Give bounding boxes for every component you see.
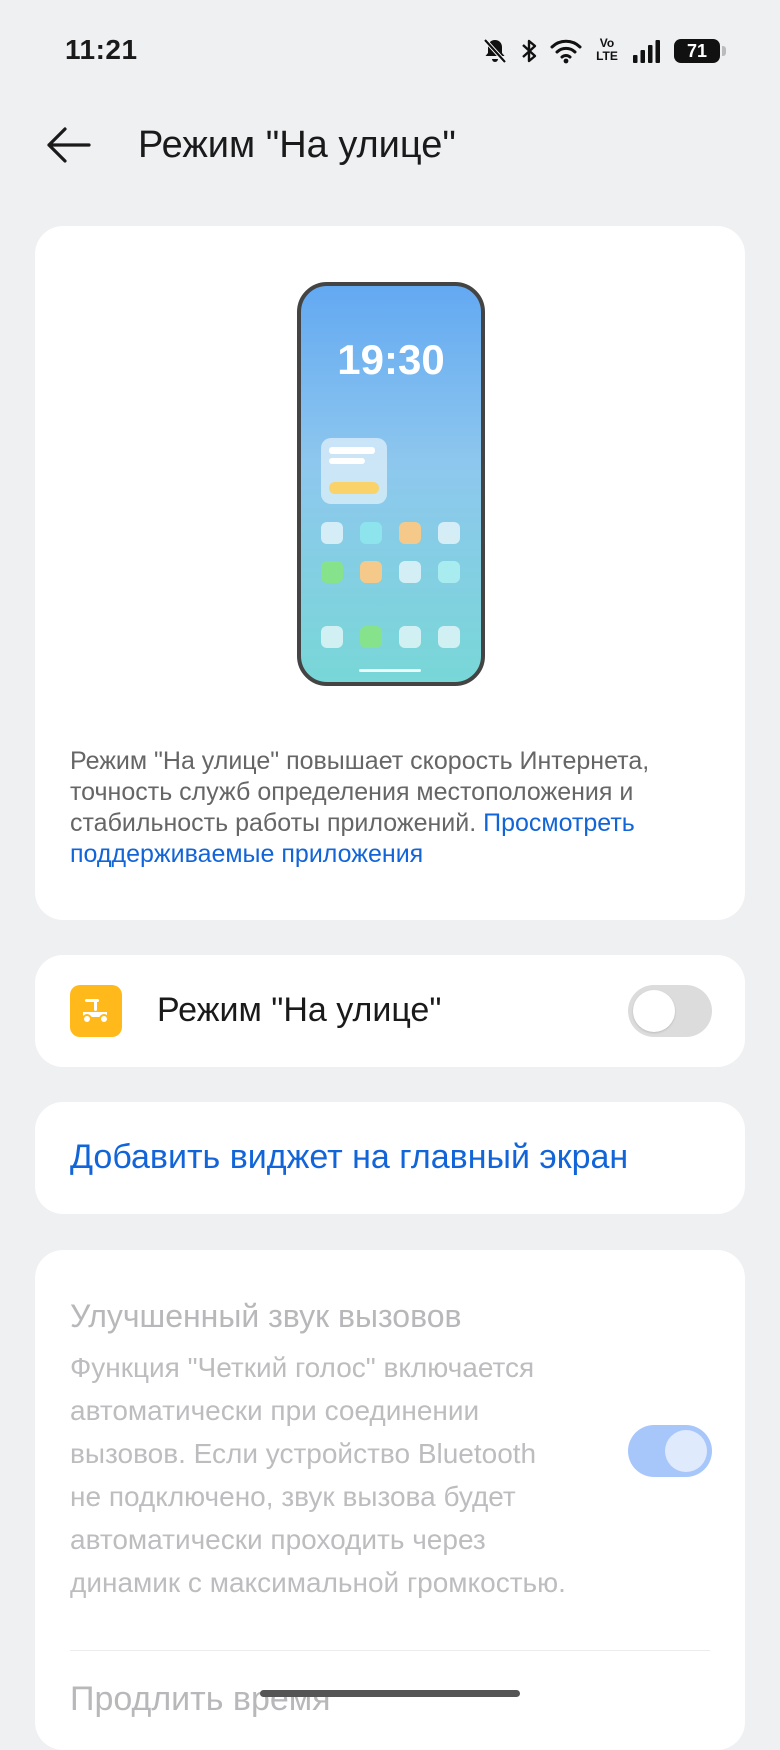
mode-toggle-switch[interactable] <box>628 985 712 1037</box>
illustration-app <box>399 561 421 583</box>
illustration-dock-app <box>438 626 460 648</box>
mode-toggle-card[interactable]: Режим "На улице" <box>35 955 745 1067</box>
illustration-app <box>438 522 460 544</box>
illustration-dock-app <box>399 626 421 648</box>
status-bar: 11:21 Vo LTE 71 <box>0 0 780 100</box>
back-button[interactable] <box>40 122 96 168</box>
illustration-app <box>438 561 460 583</box>
wifi-icon <box>550 39 582 64</box>
gesture-navigation-bar[interactable] <box>260 1690 520 1697</box>
signal-icon <box>633 40 660 63</box>
arrow-left-icon <box>47 127 91 163</box>
status-time: 11:21 <box>65 34 138 65</box>
illustration-dock-app <box>321 626 343 648</box>
illustration-app <box>321 561 343 583</box>
divider <box>70 1650 710 1651</box>
illustration-app <box>321 522 343 544</box>
status-icons: Vo LTE 71 <box>482 34 726 68</box>
bell-off-icon <box>483 38 507 64</box>
switch-knob <box>665 1430 707 1472</box>
switch-knob <box>633 990 675 1032</box>
call-sound-switch[interactable] <box>628 1425 712 1477</box>
illustration-home-bar <box>359 669 421 672</box>
illustration-app <box>360 561 382 583</box>
battery-level: 71 <box>686 41 708 61</box>
add-widget-link[interactable]: Добавить виджет на главный экран <box>70 1138 628 1177</box>
illustration-time: 19:30 <box>337 336 445 383</box>
illustration-dock-app <box>360 626 382 648</box>
bluetooth-icon <box>522 39 537 63</box>
intro-card: 19:30 Режим "На улице" повышает скорость… <box>35 226 745 920</box>
phone-illustration: 19:30 <box>297 282 485 686</box>
add-widget-card[interactable]: Добавить виджет на главный экран <box>35 1102 745 1214</box>
call-sound-description: Функция "Четкий голос" включается автома… <box>70 1352 566 1598</box>
page-header: Режим "На улице" <box>0 110 780 180</box>
illustration-app <box>399 522 421 544</box>
volte-label-bottom: LTE <box>596 49 618 63</box>
battery-icon: 71 <box>674 39 726 63</box>
intro-description: Режим "На улице" повышает скорость Интер… <box>70 746 710 870</box>
illustration-app <box>360 522 382 544</box>
extend-time-item[interactable]: Продлить время <box>70 1680 331 1719</box>
call-sound-title: Улучшенный звук вызовов <box>70 1298 462 1334</box>
mode-toggle-label: Режим "На улице" <box>157 991 442 1029</box>
call-sound-card: Улучшенный звук вызовов Функция "Четкий … <box>35 1250 745 1750</box>
volte-icon: Vo LTE <box>594 37 620 65</box>
illustration-widget <box>321 438 387 504</box>
page-title: Режим "На улице" <box>138 124 456 166</box>
scooter-icon <box>70 985 122 1037</box>
